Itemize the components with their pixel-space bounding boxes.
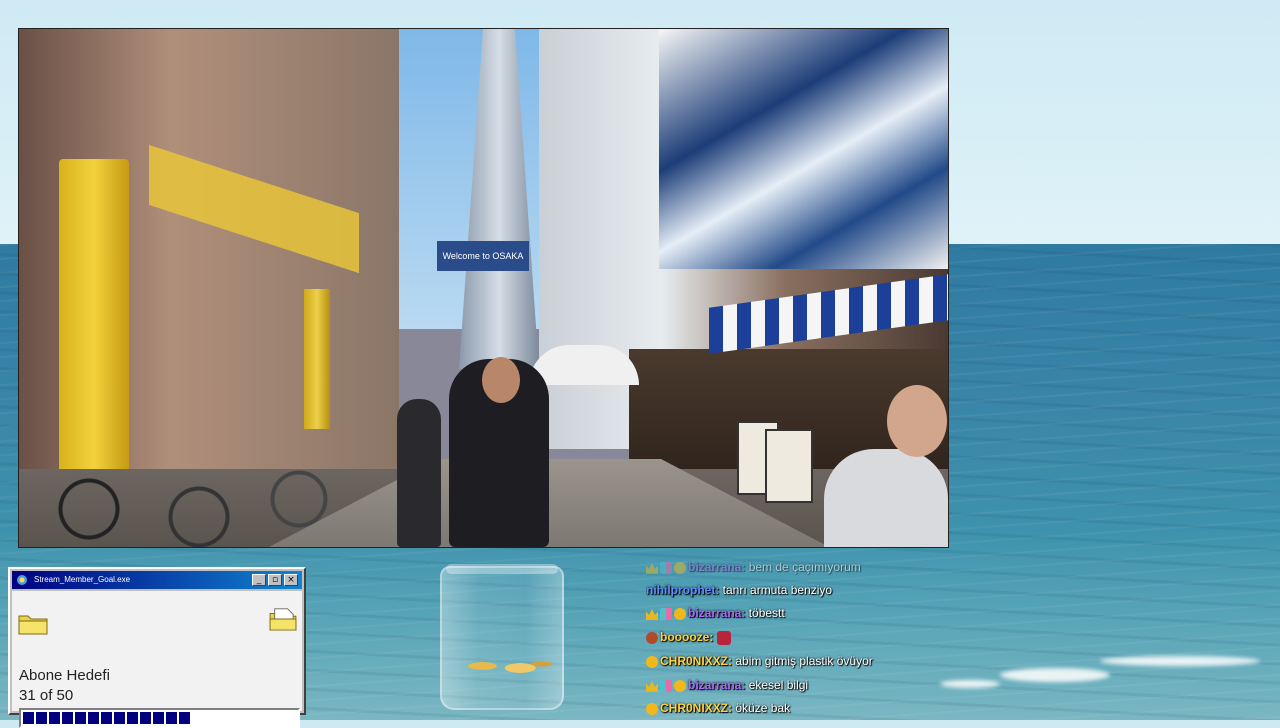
badge-icon — [660, 679, 672, 692]
chat-text: tanrı armuta benziyo — [722, 583, 833, 597]
goal-count: 31 of 50 — [19, 687, 74, 704]
badge-icon — [660, 561, 672, 574]
badge-icon — [646, 631, 658, 644]
progress-block — [75, 712, 86, 724]
chat-username[interactable]: bizarrana: — [688, 560, 745, 574]
chat-message: bizarrana: töbestt — [646, 604, 785, 622]
chat-text: abim gitmiş plastik övüyor — [735, 654, 873, 668]
progress-block — [127, 712, 138, 724]
progress-block — [36, 712, 47, 724]
badge-icon — [646, 702, 658, 715]
app-icon — [17, 575, 27, 585]
tower-sign: Welcome to OSAKA — [437, 241, 529, 271]
chat-message: booooze: — [646, 628, 731, 646]
folder-icon[interactable] — [18, 611, 48, 635]
badge-icon — [674, 561, 686, 574]
progress-block — [114, 712, 125, 724]
chat-message: nihilprophet: tanrı armuta benziyo — [646, 581, 832, 599]
progress-block — [166, 712, 177, 724]
chat-text: öküze bak — [735, 701, 791, 715]
chat-username[interactable]: CHR0NIXXZ: — [660, 654, 732, 668]
maximize-icon[interactable]: ▫ — [268, 574, 282, 586]
emote-icon — [716, 630, 731, 645]
window-body: Abone Hedefi 31 of 50 — [12, 591, 302, 728]
badge-icon — [660, 607, 672, 620]
chat-username[interactable]: booooze: — [660, 630, 713, 644]
window-title-bar[interactable]: Stream_Member_Goal.exe _ ▫ × — [12, 571, 302, 589]
goal-progress-bar — [19, 708, 300, 728]
wave-mural — [659, 29, 948, 269]
chat-text: töbestt — [748, 606, 785, 620]
badge-icon — [646, 609, 658, 620]
progress-block — [62, 712, 73, 724]
progress-block — [49, 712, 60, 724]
chat-username[interactable]: nihilprophet: — [646, 583, 719, 597]
progress-block — [101, 712, 112, 724]
chat-message: bizarrana: bem de çaçımıyorum — [646, 558, 861, 576]
progress-block — [140, 712, 151, 724]
bicycles — [49, 429, 369, 547]
chat-message: bizarrana: ekesel bilgi — [646, 676, 808, 694]
badge-icon — [646, 681, 658, 692]
open-folder-icon[interactable] — [268, 607, 298, 631]
pedestrian-man — [824, 449, 948, 547]
tip-jar — [440, 566, 564, 710]
chat-overlay: bizarrana: bem de çaçımıyorum nihilprophe… — [646, 556, 986, 720]
goal-label: Abone Hedefi — [19, 667, 110, 684]
chat-username[interactable]: CHR0NIXXZ: — [660, 701, 732, 715]
chat-username[interactable]: bizarrana: — [688, 678, 745, 692]
badge-icon — [674, 607, 686, 620]
stream-video[interactable]: Welcome to OSAKA — [18, 28, 949, 548]
chat-text: bem de çaçımıyorum — [748, 560, 861, 574]
progress-block — [153, 712, 164, 724]
chat-username[interactable]: bizarrana: — [688, 606, 745, 620]
progress-block — [88, 712, 99, 724]
chat-text: ekesel bilgi — [748, 678, 809, 692]
window-title: Stream_Member_Goal.exe — [34, 575, 131, 584]
badge-icon — [646, 655, 658, 668]
minimize-icon[interactable]: _ — [252, 574, 266, 586]
badge-icon — [674, 679, 686, 692]
progress-block — [179, 712, 190, 724]
progress-block — [23, 712, 34, 724]
pedestrian-woman — [397, 399, 441, 547]
chat-message: CHR0NIXXZ: abim gitmiş plastik övüyor — [646, 652, 873, 670]
member-goal-window: Stream_Member_Goal.exe _ ▫ × Abone Hedef… — [8, 567, 306, 728]
badge-icon — [646, 563, 658, 574]
jar-coins — [450, 646, 558, 686]
chat-message: CHR0NIXXZ: öküze bak — [646, 699, 790, 717]
close-icon[interactable]: × — [284, 574, 298, 586]
